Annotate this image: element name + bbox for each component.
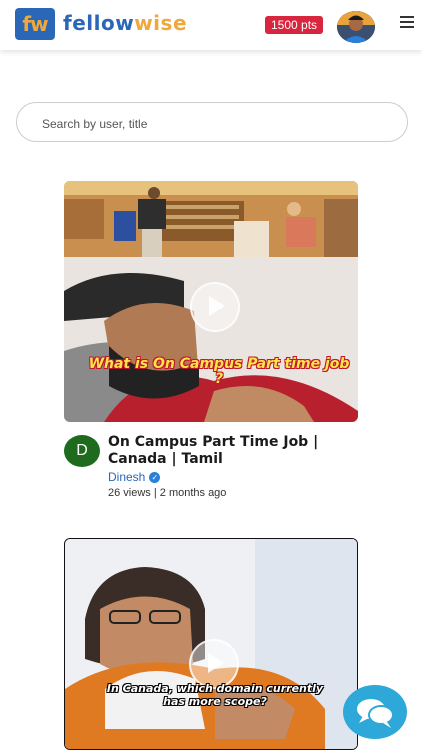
logo-mark[interactable]: fw — [15, 8, 55, 40]
search-bar[interactable] — [16, 102, 408, 142]
chat-icon — [357, 699, 394, 728]
video-thumbnail[interactable]: In Canada, which domain currently has mo… — [64, 538, 358, 750]
user-avatar-image — [337, 11, 375, 43]
thumbnail-caption: In Canada, which domain currently has mo… — [106, 682, 324, 708]
user-avatar[interactable] — [337, 11, 375, 43]
chat-button[interactable] — [343, 685, 407, 739]
channel-name-text: Dinesh — [108, 470, 146, 484]
hamburger-icon[interactable] — [400, 16, 414, 30]
brand-name[interactable]: fellowwise — [63, 11, 187, 35]
play-icon[interactable] — [190, 282, 240, 332]
brand-name-part2: wise — [134, 11, 188, 35]
video-thumbnail[interactable]: What is On Campus Part time job ? — [64, 181, 358, 422]
channel-name[interactable]: Dinesh ✓ — [108, 470, 161, 484]
verified-icon: ✓ — [149, 472, 161, 484]
points-badge[interactable]: 1500 pts — [265, 16, 324, 34]
brand-name-part1: fellow — [63, 11, 135, 35]
top-header: fw fellowwise 1500 pts — [0, 0, 422, 50]
video-meta: 26 views | 2 months ago — [108, 487, 227, 499]
search-input[interactable] — [40, 113, 384, 135]
video-title[interactable]: On Campus Part Time Job | Canada | Tamil — [108, 434, 358, 468]
thumbnail-caption: What is On Campus Part time job ? — [88, 356, 350, 387]
channel-avatar[interactable]: D — [64, 435, 100, 467]
